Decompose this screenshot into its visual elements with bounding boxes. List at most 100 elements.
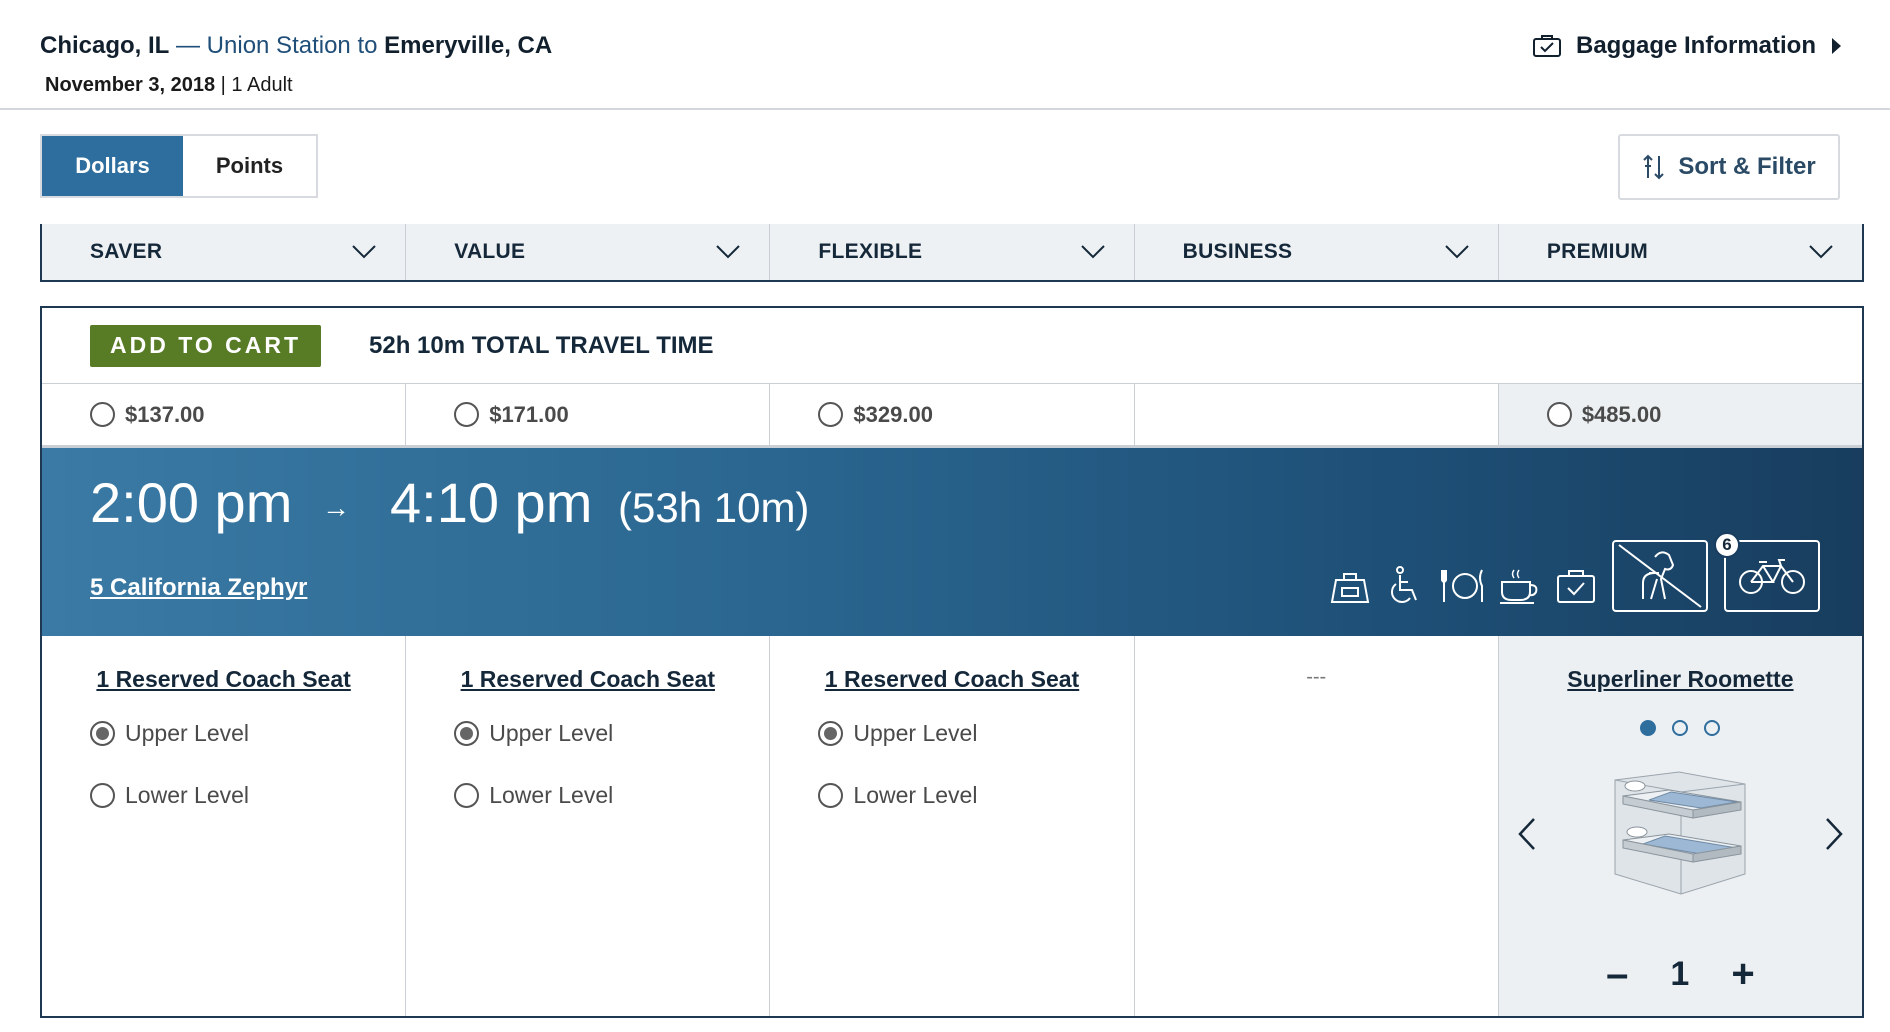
total-travel-time: 52h 10m TOTAL TRAVEL TIME xyxy=(369,331,714,359)
cafe-icon[interactable] xyxy=(1498,566,1542,606)
baggage-information-link[interactable]: Baggage Information xyxy=(1532,32,1842,60)
increase-quantity-button[interactable]: + xyxy=(1731,952,1754,997)
accommodation-flexible: 1 Reserved Coach Seat Upper Level Lower … xyxy=(770,636,1135,1016)
trip-info: November 3, 2018 | 1 Adult xyxy=(45,74,293,97)
carousel-dot[interactable] xyxy=(1672,720,1689,736)
bike-count-badge: 6 xyxy=(1714,532,1740,558)
carousel-dot[interactable] xyxy=(1704,720,1721,736)
price-cell-saver[interactable]: $137.00 xyxy=(42,384,407,445)
level-label: Lower Level xyxy=(125,782,250,808)
chevron-down-icon xyxy=(1080,245,1105,259)
lower-level-option[interactable]: Lower Level xyxy=(454,782,613,809)
price-cell-business xyxy=(1135,384,1499,445)
fare-column-flexible[interactable]: FLEXIBLE xyxy=(770,224,1135,280)
trip-header: Chicago, IL — Union Station to Emeryvill… xyxy=(0,0,1890,110)
points-toggle[interactable]: Points xyxy=(183,136,316,196)
separator: | xyxy=(215,74,232,96)
upper-level-option[interactable]: Upper Level xyxy=(454,720,613,747)
chevron-right-icon xyxy=(1826,818,1843,850)
train-schedule-banner: 2:00 pm → 4:10 pm (53h 10m) 5 California… xyxy=(42,448,1862,636)
decrease-quantity-button[interactable]: – xyxy=(1606,952,1628,997)
fare-column-business[interactable]: BUSINESS xyxy=(1135,224,1499,280)
route-connector: — Union Station to xyxy=(169,32,385,59)
fare-class-header: SAVER VALUE FLEXIBLE BUSINESS PREMIUM xyxy=(40,224,1864,282)
upper-level-option[interactable]: Upper Level xyxy=(90,720,249,747)
bicycle-icon[interactable]: 6 xyxy=(1714,532,1820,612)
price-cell-value[interactable]: $171.00 xyxy=(406,384,771,445)
caret-right-icon xyxy=(1832,38,1841,54)
currency-toggle: Dollars Points xyxy=(40,134,318,198)
price-value: $137.00 xyxy=(125,401,205,427)
no-pets-icon[interactable] xyxy=(1612,540,1708,612)
checked-bag-icon[interactable] xyxy=(1328,566,1372,606)
chevron-down-icon xyxy=(716,245,741,259)
price-value: $329.00 xyxy=(853,401,933,427)
level-label: Upper Level xyxy=(125,720,250,746)
price-cell-premium[interactable]: $485.00 xyxy=(1498,384,1863,445)
origin: Chicago, IL xyxy=(40,32,170,59)
upper-level-option[interactable]: Upper Level xyxy=(818,720,977,747)
dining-icon[interactable] xyxy=(1440,566,1486,606)
accommodation-business: --- xyxy=(1135,636,1499,1016)
wheelchair-icon[interactable] xyxy=(1386,566,1422,608)
fare-column-premium[interactable]: PREMIUM xyxy=(1499,224,1862,280)
route-title: Chicago, IL — Union Station to Emeryvill… xyxy=(40,32,552,60)
level-label: Upper Level xyxy=(489,720,614,746)
train-result-card: ADD TO CART 52h 10m TOTAL TRAVEL TIME $1… xyxy=(40,306,1864,1018)
level-radio[interactable] xyxy=(90,783,115,808)
chevron-down-icon xyxy=(1445,245,1469,259)
fare-column-label: FLEXIBLE xyxy=(818,240,923,263)
fare-column-value[interactable]: VALUE xyxy=(406,224,771,280)
lower-level-option[interactable]: Lower Level xyxy=(90,782,249,809)
price-radio[interactable] xyxy=(1546,402,1572,427)
price-radio[interactable] xyxy=(454,402,480,427)
baggage-label: Baggage Information xyxy=(1575,32,1816,59)
baggage-icon[interactable] xyxy=(1554,566,1598,606)
departure-time: 2:00 pm xyxy=(90,471,293,534)
level-radio[interactable] xyxy=(818,783,844,808)
luggage-icon xyxy=(1532,35,1561,57)
trip-duration: (53h 10m) xyxy=(618,484,810,531)
fare-column-label: BUSINESS xyxy=(1182,240,1293,263)
fare-price-row: $137.00 $171.00 $329.00 $485.00 xyxy=(42,384,1863,448)
train-name-link[interactable]: 5 California Zephyr xyxy=(90,574,307,602)
chevron-down-icon xyxy=(1809,245,1833,259)
accommodation-saver: 1 Reserved Coach Seat Upper Level Lower … xyxy=(42,636,407,1016)
card-top-row: ADD TO CART 52h 10m TOTAL TRAVEL TIME xyxy=(42,308,1862,384)
add-to-cart-button[interactable]: ADD TO CART xyxy=(90,324,322,367)
fare-column-label: SAVER xyxy=(90,240,163,263)
accommodation-title-link[interactable]: 1 Reserved Coach Seat xyxy=(42,666,405,693)
level-label: Lower Level xyxy=(489,782,614,808)
level-radio[interactable] xyxy=(818,721,844,746)
accommodation-title-link[interactable]: Superliner Roomette xyxy=(1499,666,1862,693)
accommodation-title-link[interactable]: 1 Reserved Coach Seat xyxy=(406,666,769,693)
price-radio[interactable] xyxy=(90,402,115,427)
sort-filter-button[interactable]: Sort & Filter xyxy=(1618,134,1840,200)
fare-column-label: PREMIUM xyxy=(1546,240,1649,263)
carousel-next-button[interactable] xyxy=(1824,816,1844,861)
price-radio[interactable] xyxy=(818,402,844,427)
dollars-toggle[interactable]: Dollars xyxy=(42,136,183,196)
level-radio[interactable] xyxy=(454,783,480,808)
arrival-time: 4:10 pm xyxy=(390,471,593,534)
fare-column-label: VALUE xyxy=(454,240,526,263)
accommodation-title-link[interactable]: 1 Reserved Coach Seat xyxy=(770,666,1133,693)
destination: Emeryville, CA xyxy=(384,32,553,59)
carousel-dot[interactable] xyxy=(1640,720,1657,736)
price-value: $171.00 xyxy=(489,401,569,427)
sort-icon xyxy=(1643,154,1665,180)
roomette-illustration xyxy=(1609,770,1749,901)
lower-level-option[interactable]: Lower Level xyxy=(818,782,977,809)
price-cell-flexible[interactable]: $329.00 xyxy=(770,384,1135,445)
carousel-prev-button[interactable] xyxy=(1517,816,1537,861)
level-radio[interactable] xyxy=(90,721,115,746)
fare-column-saver[interactable]: SAVER xyxy=(42,224,407,280)
accommodation-premium: Superliner Roomette – 1 + xyxy=(1498,636,1863,1016)
carousel-dots xyxy=(1499,720,1862,736)
accommodation-row: 1 Reserved Coach Seat Upper Level Lower … xyxy=(42,636,1863,1016)
level-radio[interactable] xyxy=(454,721,480,746)
traveler-count: 1 Adult xyxy=(231,74,293,96)
sort-filter-label: Sort & Filter xyxy=(1678,153,1816,180)
unavailable-placeholder: --- xyxy=(1306,666,1327,688)
chevron-down-icon xyxy=(352,245,376,259)
